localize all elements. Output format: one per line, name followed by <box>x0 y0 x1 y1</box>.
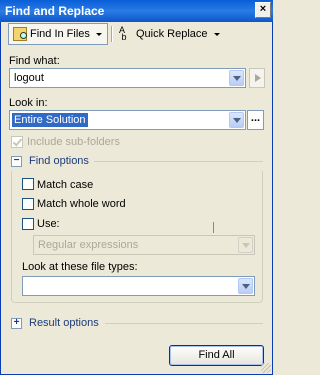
find-what-combo[interactable]: logout <box>9 68 246 88</box>
find-in-files-label: Find In Files <box>30 28 90 40</box>
match-whole-word-label: Match whole word <box>37 198 126 210</box>
find-options-title[interactable]: Find options <box>29 155 89 167</box>
browse-button[interactable]: ... <box>247 110 264 130</box>
file-types-label: Look at these file types: <box>22 261 138 273</box>
quick-replace-button[interactable]: A b Quick Replace <box>115 23 225 45</box>
find-what-dropdown-arrow[interactable] <box>229 70 244 86</box>
toolbar-separator <box>111 26 113 42</box>
quick-replace-icon: A b <box>119 25 127 42</box>
include-subfolders-label: Include sub-folders <box>27 136 120 148</box>
title-bar[interactable]: Find and Replace × <box>0 0 273 22</box>
quick-replace-label: Quick Replace <box>136 28 208 40</box>
find-options-divider <box>94 161 263 162</box>
find-in-files-icon <box>13 27 27 41</box>
result-options-divider <box>105 323 263 324</box>
find-all-button[interactable]: Find All <box>169 345 264 366</box>
chevron-down-icon[interactable] <box>95 32 102 36</box>
find-options-collapse-icon[interactable]: − <box>11 156 22 167</box>
match-case-checkbox[interactable] <box>22 178 34 190</box>
use-label: Use: <box>37 218 60 230</box>
look-in-combo[interactable]: Entire Solution <box>9 110 246 233</box>
file-types-combo[interactable] <box>22 276 255 296</box>
resize-grip[interactable] <box>261 363 271 373</box>
result-options-expand-icon[interactable]: + <box>11 318 22 329</box>
find-in-files-button[interactable]: Find In Files <box>8 23 108 45</box>
match-case-label: Match case <box>37 179 94 191</box>
look-in-dropdown-arrow[interactable] <box>229 112 244 128</box>
window-title: Find and Replace <box>5 4 105 18</box>
find-what-expression-builder-button[interactable] <box>249 68 265 88</box>
match-whole-word-checkbox[interactable] <box>22 198 34 210</box>
look-in-selected-value: Entire Solution <box>12 113 88 127</box>
find-what-label-text: Find what: <box>9 55 60 67</box>
look-in-label: Look in: <box>9 97 48 109</box>
use-type-dropdown-arrow[interactable] <box>238 237 253 253</box>
mode-toolbar: Find In Files A b Quick Replace <box>4 23 269 45</box>
use-checkbox[interactable] <box>22 218 34 230</box>
result-options-title[interactable]: Result options <box>29 317 99 329</box>
close-button[interactable]: × <box>255 2 271 18</box>
file-types-dropdown-arrow[interactable] <box>238 278 253 294</box>
use-type-value: Regular expressions <box>38 239 139 251</box>
use-type-combo[interactable]: Regular expressions <box>33 235 255 255</box>
chevron-down-icon[interactable] <box>213 32 220 36</box>
find-what-value: logout <box>14 72 44 84</box>
find-what-label: Find what: <box>9 55 60 67</box>
include-subfolders-checkbox[interactable] <box>11 136 23 148</box>
